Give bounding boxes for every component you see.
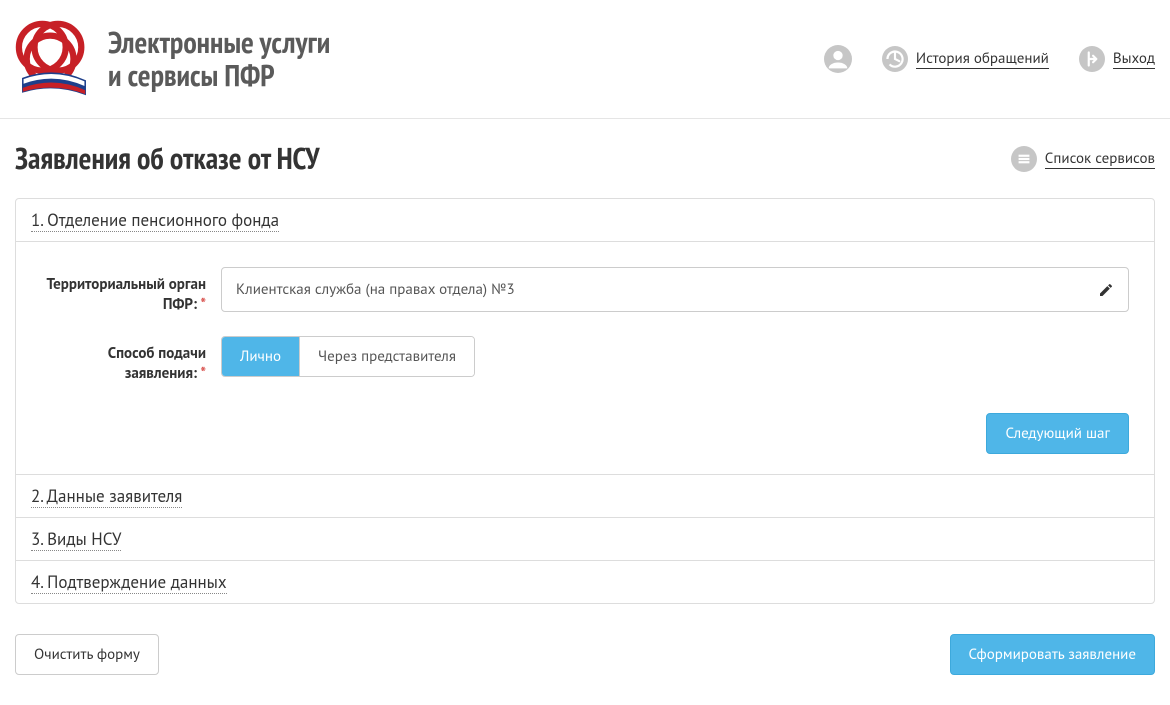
step-1-title: 1. Отделение пенсионного фонда: [31, 209, 279, 232]
method-personal-button[interactable]: Лично: [222, 337, 299, 376]
step-4-title: 4. Подтверждение данных: [31, 571, 227, 594]
required-asterisk: *: [200, 295, 206, 314]
step-4-header[interactable]: 4. Подтверждение данных: [16, 561, 1154, 603]
method-label: Способ подачи заявления: *: [41, 336, 221, 383]
submit-form-button[interactable]: Сформировать заявление: [950, 634, 1156, 675]
pencil-icon: [1098, 282, 1114, 298]
header-actions: История обращений Выход: [824, 45, 1155, 73]
step-2-header[interactable]: 2. Данные заявителя: [16, 475, 1154, 518]
brand-line-1: Электронные услуги: [108, 26, 330, 59]
services-list-text: Список сервисов: [1045, 149, 1155, 169]
services-list-link[interactable]: Список сервисов: [1011, 146, 1155, 172]
territory-value: Клиентская служба (на правах отдела) №3: [236, 280, 1098, 299]
brand-title: Электронные услуги и сервисы ПФР: [108, 26, 330, 92]
form-accordion: 1. Отделение пенсионного фонда Территори…: [15, 198, 1155, 604]
page-body: Заявления об отказе от НСУ Список сервис…: [0, 119, 1170, 705]
user-icon[interactable]: [824, 45, 852, 73]
step-2-title: 2. Данные заявителя: [31, 485, 182, 508]
list-icon: [1011, 146, 1037, 172]
logout-icon: [1079, 46, 1105, 72]
bottom-actions: Очистить форму Сформировать заявление: [15, 634, 1155, 675]
step-1-body: Территориальный орган ПФР: * Клиентская …: [16, 242, 1154, 475]
step-1-actions: Следующий шаг: [41, 413, 1129, 454]
brand-line-2: и сервисы ПФР: [108, 59, 330, 92]
brand: Электронные услуги и сервисы ПФР: [15, 20, 330, 98]
method-toggle: Лично Через представителя: [221, 336, 475, 377]
territory-input[interactable]: Клиентская служба (на правах отдела) №3: [221, 267, 1129, 312]
step-1-header[interactable]: 1. Отделение пенсионного фонда: [16, 199, 1154, 242]
next-step-button[interactable]: Следующий шаг: [986, 413, 1129, 454]
logout-link[interactable]: Выход: [1079, 46, 1155, 72]
logout-link-text: Выход: [1113, 49, 1155, 69]
page-title-row: Заявления об отказе от НСУ Список сервис…: [15, 139, 1155, 178]
step-3-header[interactable]: 3. Виды НСУ: [16, 518, 1154, 561]
method-rep-button[interactable]: Через представителя: [299, 337, 474, 376]
step-3-title: 3. Виды НСУ: [31, 528, 121, 551]
territory-row: Территориальный орган ПФР: * Клиентская …: [41, 267, 1129, 314]
clear-form-button[interactable]: Очистить форму: [15, 634, 159, 675]
history-icon: [882, 46, 908, 72]
history-link[interactable]: История обращений: [882, 46, 1049, 72]
history-link-text: История обращений: [916, 49, 1049, 69]
required-asterisk: *: [200, 364, 206, 383]
site-header: Электронные услуги и сервисы ПФР История…: [0, 0, 1170, 119]
page-title: Заявления об отказе от НСУ: [15, 139, 319, 178]
territory-label: Территориальный орган ПФР: *: [41, 267, 221, 314]
pfr-logo-icon: [15, 20, 93, 98]
method-row: Способ подачи заявления: * Лично Через п…: [41, 336, 1129, 383]
